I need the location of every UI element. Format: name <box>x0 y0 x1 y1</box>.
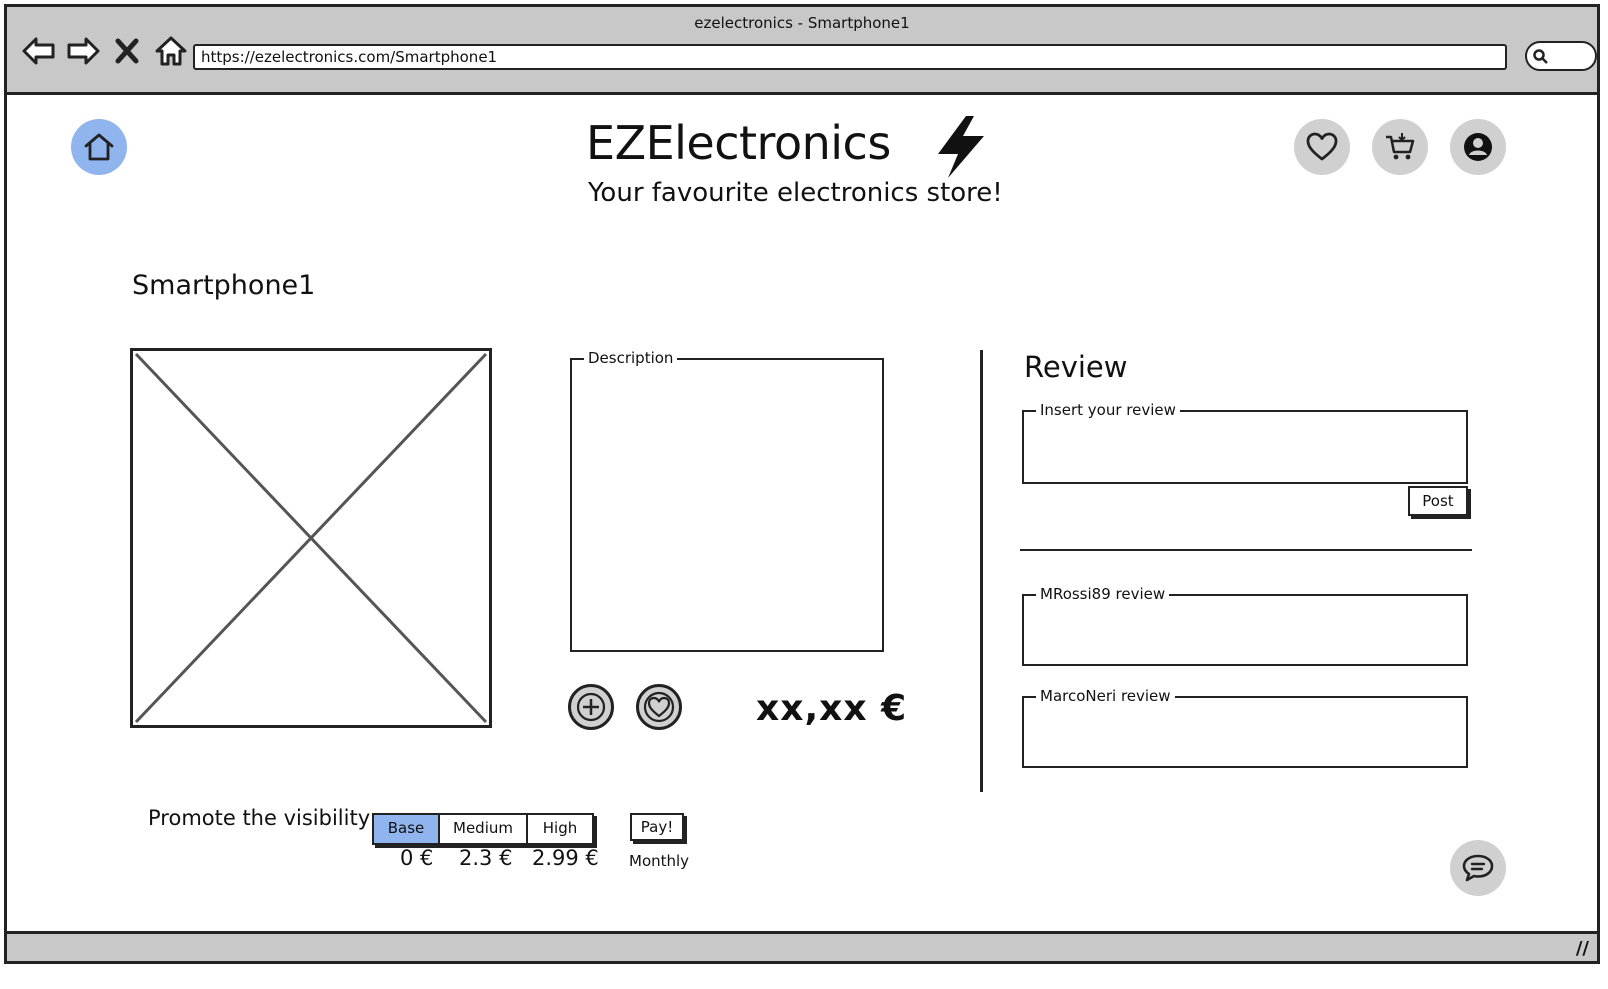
image-placeholder-icon <box>134 352 488 724</box>
lightning-icon <box>930 114 990 184</box>
post-review-button[interactable]: Post <box>1408 486 1468 516</box>
product-price: xx,xx € <box>756 688 908 729</box>
chat-icon <box>1462 854 1494 882</box>
stop-icon[interactable] <box>109 33 145 69</box>
review-heading: Review <box>1024 350 1128 384</box>
tier-medium-price: 2.3 € <box>459 846 513 870</box>
browser-search[interactable] <box>1525 41 1597 71</box>
brand-title: EZElectronics <box>586 116 891 170</box>
review-input[interactable]: Insert your review <box>1022 400 1468 484</box>
favorites-button[interactable] <box>1294 119 1350 175</box>
search-icon <box>1533 49 1548 64</box>
review-divider <box>1020 549 1472 551</box>
description-legend: Description <box>584 348 678 368</box>
window-title: ezelectronics - Smartphone1 <box>694 14 910 32</box>
review-input-legend: Insert your review <box>1036 400 1180 420</box>
resize-grip-icon[interactable]: // <box>1576 938 1589 959</box>
promote-label: Promote the visibility : <box>148 806 384 830</box>
account-button[interactable] <box>1450 119 1506 175</box>
forward-arrow-icon[interactable] <box>65 33 101 69</box>
tier-high-button[interactable]: High <box>528 815 592 843</box>
back-arrow-icon[interactable] <box>21 33 57 69</box>
user-icon <box>1464 133 1492 161</box>
plus-icon <box>576 692 606 722</box>
add-to-cart-button[interactable] <box>568 684 614 730</box>
product-title: Smartphone1 <box>132 270 316 301</box>
add-to-favorites-button[interactable] <box>636 684 682 730</box>
browser-titlebar: ezelectronics - Smartphone1 https://ezel… <box>7 7 1597 95</box>
review-item: MarcoNeri review <box>1022 686 1468 768</box>
review-author-legend: MRossi89 review <box>1036 584 1170 604</box>
status-bar: // <box>7 931 1597 961</box>
tier-medium-button[interactable]: Medium <box>440 815 528 843</box>
promote-tier-selector: Base Medium High <box>372 813 594 845</box>
review-author-legend: MarcoNeri review <box>1036 686 1175 706</box>
heart-icon <box>643 691 675 723</box>
tagline: Your favourite electronics store! <box>588 178 1003 208</box>
product-image <box>130 348 492 728</box>
tier-high-price: 2.99 € <box>532 846 599 870</box>
tier-base-price: 0 € <box>400 846 434 870</box>
section-divider <box>980 350 983 792</box>
home-icon[interactable] <box>153 33 189 69</box>
pay-button[interactable]: Pay! <box>630 813 684 841</box>
tier-base-button[interactable]: Base <box>374 815 440 843</box>
cart-icon <box>1386 133 1415 160</box>
product-description: Description <box>570 348 884 652</box>
cart-button[interactable] <box>1372 119 1428 175</box>
review-item: MRossi89 review <box>1022 584 1468 666</box>
heart-icon <box>1306 132 1338 161</box>
chat-button[interactable] <box>1450 840 1506 896</box>
address-bar[interactable]: https://ezelectronics.com/Smartphone1 <box>193 44 1507 70</box>
home-button[interactable] <box>71 119 127 175</box>
browser-nav <box>21 33 189 69</box>
home-icon <box>84 133 114 161</box>
billing-period: Monthly <box>629 852 690 870</box>
